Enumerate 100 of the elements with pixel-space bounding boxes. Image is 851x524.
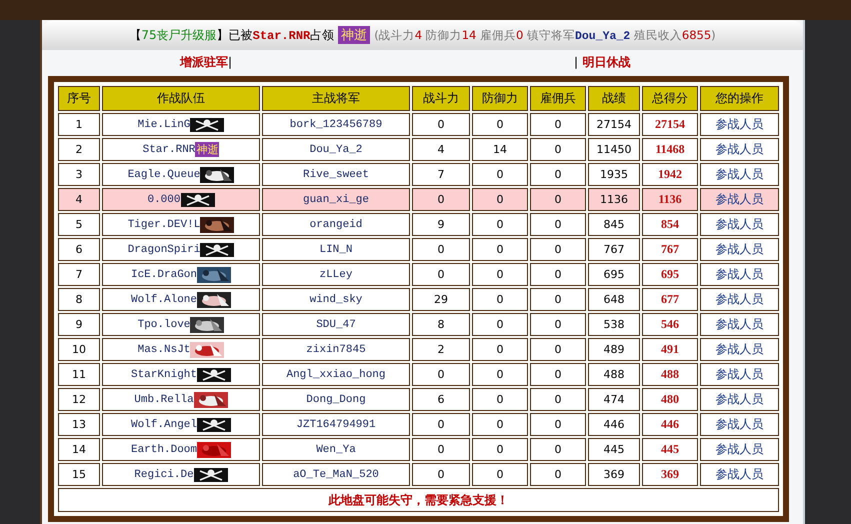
column-header: 主战将军 <box>262 86 410 111</box>
participants-link[interactable]: 参战人员 <box>716 217 764 231</box>
participants-link[interactable]: 参战人员 <box>716 292 764 306</box>
table-cell: 8 <box>412 313 470 336</box>
table-cell: 480 <box>642 388 698 411</box>
column-header: 您的操作 <box>700 86 779 111</box>
table-cell: 677 <box>642 288 698 311</box>
team-name: Mie.LinG <box>138 118 190 130</box>
skull-flag-icon <box>194 468 228 482</box>
table-cell: 446 <box>588 413 640 436</box>
participants-link[interactable]: 参战人员 <box>716 392 764 406</box>
participants-link[interactable]: 参战人员 <box>716 417 764 431</box>
team-name: DragonSpiri <box>128 244 200 256</box>
action-link[interactable]: 明日休战 <box>582 54 630 70</box>
table-cell: wind_sky <box>262 288 410 311</box>
participants-link[interactable]: 参战人员 <box>716 142 764 156</box>
table-cell: 489 <box>588 338 640 361</box>
table-cell: 0 <box>472 113 528 136</box>
table-cell: 1942 <box>642 163 698 186</box>
table-cell: 0 <box>530 188 586 211</box>
table-cell: 0 <box>472 163 528 186</box>
table-cell: 0 <box>530 338 586 361</box>
table-cell: 0 <box>530 288 586 311</box>
table-cell: Dong_Dong <box>262 388 410 411</box>
participants-link[interactable]: 参战人员 <box>716 117 764 131</box>
column-header: 战绩 <box>588 86 640 111</box>
participants-link[interactable]: 参战人员 <box>716 342 764 356</box>
table-cell: zixin7845 <box>262 338 410 361</box>
table-cell: aO_Te_MaN_520 <box>262 463 410 486</box>
column-header: 序号 <box>58 86 100 111</box>
team-name: Wolf.Alone <box>130 294 197 306</box>
skull-flag-icon <box>197 418 231 432</box>
table-cell: 369 <box>588 463 640 486</box>
table-cell: 1935 <box>588 163 640 186</box>
table-cell: SDU_47 <box>262 313 410 336</box>
table-cell: 6 <box>58 238 100 261</box>
table-cell: 29 <box>412 288 470 311</box>
table-cell: 0 <box>530 213 586 236</box>
skull-flag-icon <box>200 242 234 256</box>
separator: | <box>228 55 232 69</box>
table-cell: 0 <box>472 288 528 311</box>
table-cell: 0 <box>472 213 528 236</box>
table-cell: 9 <box>412 213 470 236</box>
table-cell: Dou_Ya_2 <box>262 138 410 161</box>
table-cell: 0 <box>530 438 586 461</box>
table-cell: 1136 <box>588 188 640 211</box>
table-cell: 0 <box>530 238 586 261</box>
table-cell: 0 <box>472 388 528 411</box>
table-cell: 845 <box>588 213 640 236</box>
table-cell: 0 <box>472 463 528 486</box>
separator: | <box>574 55 578 69</box>
table-cell: 0 <box>530 388 586 411</box>
participants-link[interactable]: 参战人员 <box>716 442 764 456</box>
table-cell: JZT164794991 <box>262 413 410 436</box>
table-cell: Wen_Ya <box>262 438 410 461</box>
participants-link[interactable]: 参战人员 <box>716 467 764 481</box>
table-cell: 0 <box>412 238 470 261</box>
team-name: Tpo.love <box>138 318 190 330</box>
table-cell: 446 <box>642 413 698 436</box>
warning-text: 此地盘可能失守，需要紧急支援！ <box>58 488 779 512</box>
column-header: 雇佣兵 <box>530 86 586 111</box>
table-cell: 12 <box>58 388 100 411</box>
table-cell: 2 <box>58 138 100 161</box>
table-cell: 854 <box>642 213 698 236</box>
team-name: Eagle.Queue <box>128 168 200 180</box>
team-name: 0.000 <box>147 194 180 206</box>
participants-link[interactable]: 参战人员 <box>716 367 764 381</box>
table-cell: 0 <box>472 338 528 361</box>
table-cell: 14 <box>58 438 100 461</box>
table-cell: 4 <box>58 188 100 211</box>
table-cell: 0 <box>530 113 586 136</box>
table-cell: 0 <box>530 138 586 161</box>
participants-link[interactable]: 参战人员 <box>716 267 764 281</box>
skull-flag-icon <box>197 368 231 382</box>
table-cell: 0 <box>412 263 470 286</box>
table-cell: 488 <box>642 363 698 386</box>
table-cell: 13 <box>58 413 100 436</box>
table-cell: 0 <box>530 313 586 336</box>
action-link[interactable]: 增派驻军 <box>180 54 228 70</box>
table-cell: 0 <box>412 463 470 486</box>
table-cell: 6 <box>412 388 470 411</box>
table-cell: 648 <box>588 288 640 311</box>
table-cell: LIN_N <box>262 238 410 261</box>
skull-flag-icon <box>180 192 214 206</box>
participants-link[interactable]: 参战人员 <box>716 192 764 206</box>
participants-link[interactable]: 参战人员 <box>716 242 764 256</box>
table-cell: 10 <box>58 338 100 361</box>
table-cell: 1136 <box>642 188 698 211</box>
table-cell: Rive_sweet <box>262 163 410 186</box>
table-cell: 15 <box>58 463 100 486</box>
table-cell: 445 <box>642 438 698 461</box>
table-cell: orangeid <box>262 213 410 236</box>
table-cell: bork_123456789 <box>262 113 410 136</box>
table-cell: 474 <box>588 388 640 411</box>
participants-link[interactable]: 参战人员 <box>716 317 764 331</box>
table-cell: 11 <box>58 363 100 386</box>
table-cell: 0 <box>472 188 528 211</box>
table-cell: 11468 <box>642 138 698 161</box>
table-cell: 4 <box>412 138 470 161</box>
participants-link[interactable]: 参战人员 <box>716 167 764 181</box>
